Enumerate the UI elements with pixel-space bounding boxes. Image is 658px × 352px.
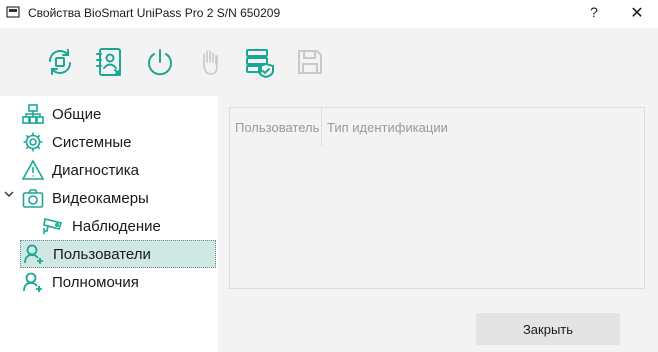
sync-button[interactable] [44,46,76,78]
save-button[interactable] [294,46,326,78]
hand-icon [203,50,218,75]
sync-icon [49,49,71,75]
user-add-icon [23,243,45,265]
nav-item-cameras[interactable]: Видеокамеры [22,186,149,210]
help-button[interactable]: ? [586,4,602,20]
power-button[interactable] [144,46,176,78]
user-list-icon [96,48,121,76]
column-header-user[interactable]: Пользователь [230,108,322,146]
save-icon [298,50,322,74]
title-bar: Свойства BioSmart UniPass Pro 2 S/N 6502… [0,0,658,28]
window-title: Свойства BioSmart UniPass Pro 2 S/N 6502… [28,6,281,20]
nav-item-general[interactable]: Общие [22,102,101,126]
nav-item-label: Наблюдение [72,217,161,235]
user-add-icon [22,271,44,293]
network-icon [22,103,44,125]
nav-item-label: Полномочия [52,273,139,291]
users-table[interactable]: Пользователь Тип идентификации [229,107,645,289]
toolbar [0,28,658,96]
gear-icon [22,131,44,153]
user-list-button[interactable] [94,46,126,78]
power-icon [148,49,172,76]
cctv-icon [42,215,64,237]
nav-item-label: Системные [52,133,132,151]
nav-item-label: Диагностика [52,161,139,179]
server-shield-icon [246,49,274,79]
camera-icon [22,187,44,209]
column-header-identification-type[interactable]: Тип идентификации [322,108,527,146]
hand-button[interactable] [194,46,226,78]
nav-item-surveillance[interactable]: Наблюдение [42,214,161,238]
chevron-down-icon[interactable] [3,188,15,200]
close-window-button[interactable]: ✕ [628,3,646,23]
nav-item-label: Пользователи [53,245,151,263]
nav-item-diagnostics[interactable]: Диагностика [22,158,139,182]
settings-tree: Общие Системные Диагностика Видеокамеры [0,96,218,352]
server-shield-button[interactable] [244,46,276,79]
nav-item-label: Видеокамеры [52,189,149,207]
app-icon [6,6,20,18]
nav-item-label: Общие [52,105,102,123]
nav-item-permissions[interactable]: Полномочия [22,270,139,294]
content-panel: Пользователь Тип идентификации Закрыть [218,96,658,352]
warning-icon [22,159,44,181]
nav-item-system[interactable]: Системные [22,130,131,154]
close-button[interactable]: Закрыть [476,313,620,345]
table-header: Пользователь Тип идентификации [230,108,527,146]
nav-item-users[interactable]: Пользователи [20,240,216,268]
